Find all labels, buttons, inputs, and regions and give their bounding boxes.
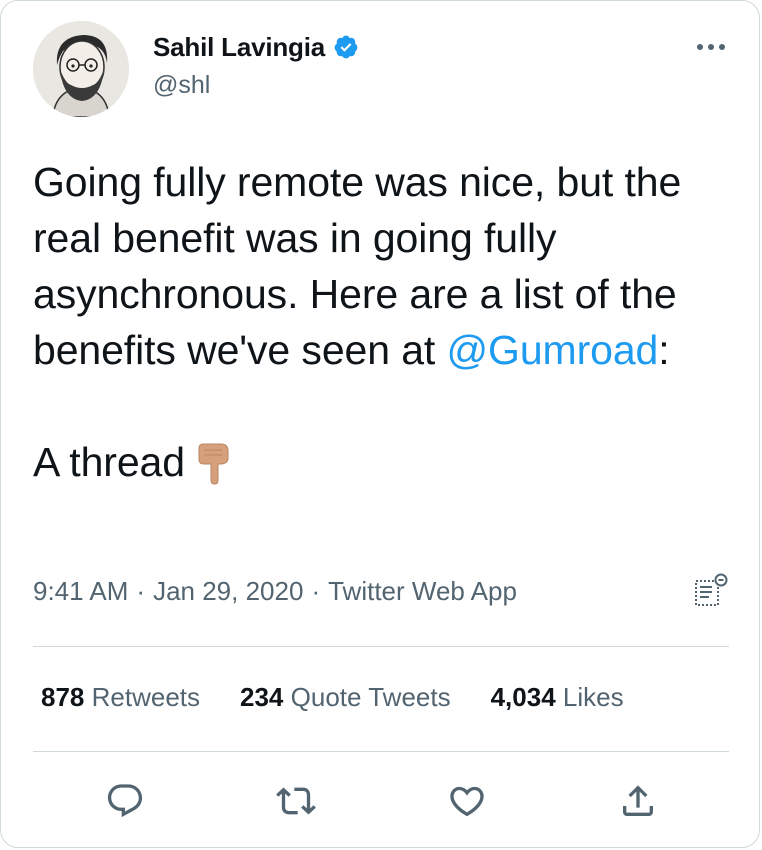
tweet-time[interactable]: 9:41 AM bbox=[33, 576, 128, 606]
meta-separator: · bbox=[311, 576, 321, 606]
likes-label: Likes bbox=[562, 682, 624, 712]
author-name-row[interactable]: Sahil Lavingia bbox=[153, 31, 359, 63]
tweet-date[interactable]: Jan 29, 2020 bbox=[153, 576, 303, 606]
analytics-icon bbox=[695, 573, 728, 606]
reply-icon bbox=[107, 784, 143, 818]
quote-tweets-stat[interactable]: 234 Quote Tweets bbox=[240, 682, 451, 713]
author-name[interactable]: Sahil Lavingia bbox=[153, 32, 325, 63]
verified-badge-icon bbox=[333, 34, 359, 60]
tweet-paragraph-1: Going fully remote was nice, but the rea… bbox=[33, 154, 733, 378]
retweets-label: Retweets bbox=[91, 682, 201, 712]
avatar[interactable] bbox=[33, 21, 129, 117]
avatar-image bbox=[33, 21, 129, 117]
pointing-down-emoji-icon bbox=[191, 442, 235, 486]
like-button[interactable] bbox=[439, 773, 495, 829]
tweet-source[interactable]: Twitter Web App bbox=[328, 576, 517, 606]
quote-tweets-count: 234 bbox=[240, 682, 284, 712]
action-bar bbox=[1, 773, 761, 829]
likes-count: 4,034 bbox=[490, 682, 556, 712]
tweet-body-end: : bbox=[658, 327, 670, 373]
share-button[interactable] bbox=[610, 773, 666, 829]
engagement-stats: 878 Retweets 234 Quote Tweets 4,034 Like… bbox=[41, 682, 624, 713]
mention-link[interactable]: @Gumroad bbox=[447, 327, 659, 373]
more-options-button[interactable] bbox=[691, 35, 731, 59]
tweet-thread-label: A thread bbox=[33, 439, 185, 485]
divider bbox=[33, 646, 729, 647]
meta-separator: · bbox=[136, 576, 146, 606]
divider bbox=[33, 751, 729, 752]
tweet-text: Going fully remote was nice, but the rea… bbox=[33, 154, 733, 490]
reply-button[interactable] bbox=[97, 773, 153, 829]
share-icon bbox=[623, 785, 653, 816]
likes-stat[interactable]: 4,034 Likes bbox=[491, 682, 624, 713]
author-handle[interactable]: @shl bbox=[153, 71, 210, 100]
analytics-button[interactable] bbox=[689, 571, 731, 613]
retweets-count: 878 bbox=[41, 682, 85, 712]
tweet-meta: 9:41 AM · Jan 29, 2020 · Twitter Web App bbox=[33, 576, 517, 607]
retweet-icon bbox=[276, 787, 316, 815]
quote-tweets-label: Quote Tweets bbox=[290, 682, 451, 712]
tweet-card: Sahil Lavingia @shl Going fully remote w… bbox=[0, 0, 760, 848]
more-icon bbox=[697, 44, 725, 50]
heart-icon bbox=[450, 786, 484, 817]
retweets-stat[interactable]: 878 Retweets bbox=[41, 682, 200, 713]
retweet-button[interactable] bbox=[268, 773, 324, 829]
tweet-paragraph-2: A thread bbox=[33, 434, 733, 490]
